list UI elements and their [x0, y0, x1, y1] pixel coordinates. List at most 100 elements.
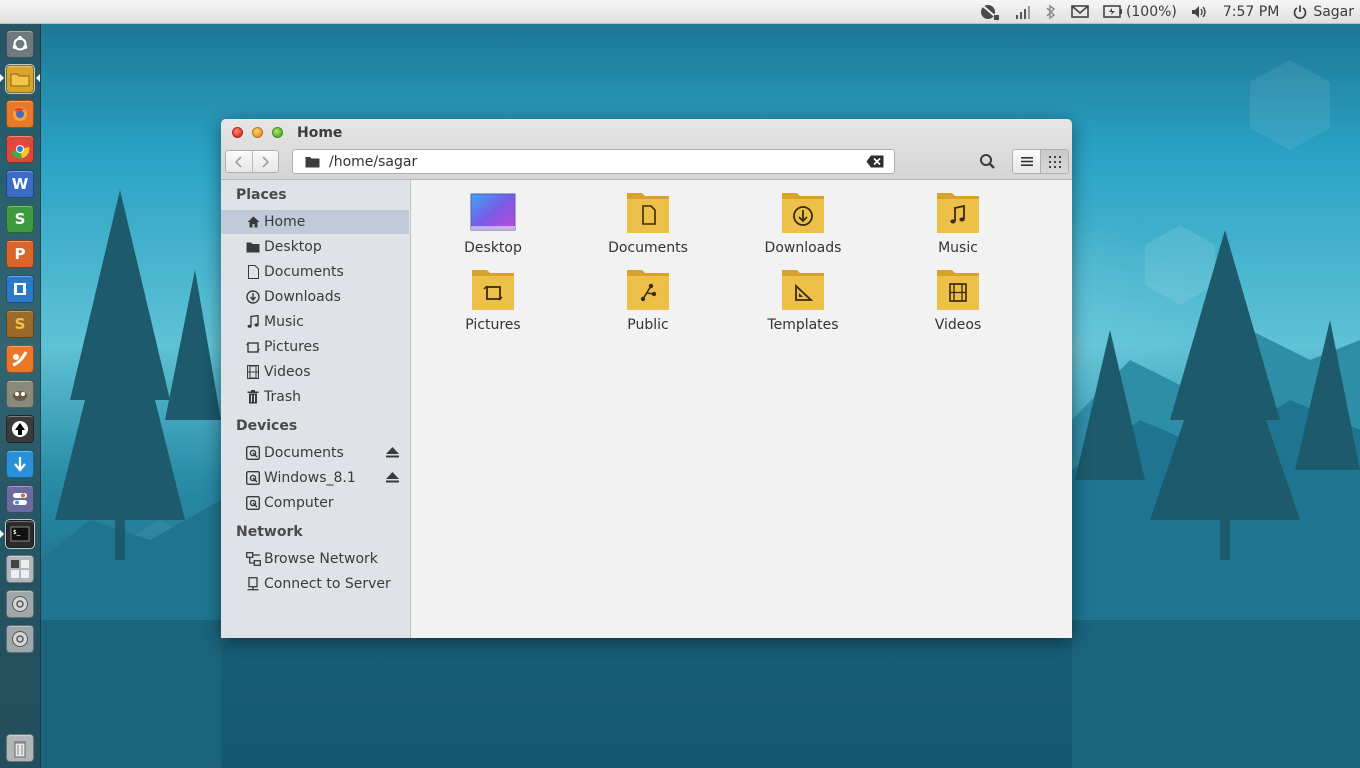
file-item-templates[interactable]: Templates [738, 268, 868, 333]
workspaces-icon [11, 560, 29, 578]
clock[interactable]: 7:57 PM [1223, 0, 1279, 24]
places-heading: Places [236, 187, 287, 203]
file-item-videos[interactable]: Videos [893, 268, 1023, 333]
file-item-public[interactable]: Public [583, 268, 713, 333]
music-icon [245, 315, 261, 329]
drive-icon [245, 496, 261, 510]
sidebar-item-documents[interactable]: Documents [221, 260, 409, 284]
launcher-settings[interactable] [6, 485, 34, 513]
launcher-terminal[interactable]: $_ [5, 519, 35, 549]
window-titlebar[interactable]: Home /home/sagar [221, 119, 1072, 180]
sidebar-item-videos[interactable]: Videos [221, 360, 409, 384]
volume-indicator[interactable] [1191, 0, 1209, 24]
file-item-pictures[interactable]: Pictures [428, 268, 558, 333]
launcher: W S P S $_ [0, 24, 41, 768]
launcher-teamviewer[interactable] [6, 275, 34, 303]
impress-icon: P [14, 245, 26, 263]
eject-button[interactable] [386, 447, 399, 458]
file-item-documents[interactable]: Documents [583, 191, 713, 256]
session-menu[interactable]: Sagar [1293, 0, 1354, 24]
file-item-music[interactable]: Music [893, 191, 1023, 256]
clock-time: 7:57 PM [1222, 3, 1280, 20]
sidebar-item-device-documents[interactable]: Documents [221, 441, 409, 465]
signal-icon [1015, 5, 1030, 19]
file-view[interactable]: Desktop Documents Downloads Music Pictur… [411, 180, 1072, 638]
eject-icon [386, 447, 399, 458]
swirl-icon [12, 351, 28, 367]
sidebar-item-pictures[interactable]: Pictures [221, 335, 409, 359]
back-button[interactable] [226, 151, 252, 172]
launcher-libreoffice-impress[interactable]: P [6, 240, 34, 268]
network-heading: Network [236, 524, 303, 540]
file-item-label: Videos [934, 317, 982, 333]
download-icon [245, 290, 261, 304]
pictures-folder-icon [470, 268, 516, 312]
launcher-workspace-switcher[interactable] [6, 555, 34, 583]
eject-button[interactable] [386, 472, 399, 483]
eject-icon [386, 472, 399, 483]
maximize-window-button[interactable] [272, 127, 283, 138]
window-icon [14, 283, 26, 295]
bluetooth-indicator[interactable] [1045, 0, 1057, 24]
file-item-downloads[interactable]: Downloads [738, 191, 868, 256]
signal-indicator[interactable] [1015, 0, 1031, 24]
mail-indicator[interactable] [1071, 0, 1089, 24]
drive-icon [245, 471, 261, 485]
document-icon [245, 265, 261, 279]
close-window-button[interactable] [232, 127, 243, 138]
sidebar-item-desktop[interactable]: Desktop [221, 235, 409, 259]
folder-icon [305, 156, 320, 168]
templates-folder-icon [780, 268, 826, 312]
sidebar-item-home[interactable]: Home [221, 210, 409, 234]
sidebar-item-label: Trash [264, 389, 301, 405]
file-item-desktop[interactable]: Desktop [428, 191, 558, 256]
launcher-dash-home[interactable] [6, 30, 34, 58]
sidebar-item-downloads[interactable]: Downloads [221, 285, 409, 309]
launcher-chrome[interactable] [6, 135, 34, 163]
battery-percent: (100%) [1125, 3, 1177, 20]
server-icon [245, 577, 261, 591]
mail-icon [1071, 5, 1089, 18]
launcher-files[interactable] [5, 64, 35, 94]
location-entry[interactable]: /home/sagar [292, 149, 895, 174]
sidebar-item-trash[interactable]: Trash [221, 385, 409, 409]
search-button[interactable] [979, 153, 996, 174]
grid-view-button[interactable] [1040, 150, 1068, 173]
battery-indicator[interactable]: (100%) [1103, 0, 1177, 24]
launcher-downloader[interactable] [6, 450, 34, 478]
clear-location-button[interactable] [866, 155, 884, 168]
location-text: /home/sagar [329, 153, 418, 170]
launcher-firefox[interactable] [6, 100, 34, 128]
sidebar-item-music[interactable]: Music [221, 310, 409, 334]
launcher-gimp[interactable] [6, 380, 34, 408]
forward-button[interactable] [251, 151, 279, 172]
launcher-libreoffice-calc[interactable]: S [6, 205, 34, 233]
sidebar-item-device-windows[interactable]: Windows_8.1 [221, 466, 409, 490]
list-icon [1020, 157, 1033, 166]
launcher-libreoffice-writer[interactable]: W [6, 170, 34, 198]
sidebar-item-connect-to-server[interactable]: Connect to Server [221, 572, 409, 596]
launcher-sublime-text[interactable]: S [6, 310, 34, 338]
chevron-right-icon [262, 155, 270, 168]
chevron-left-icon [234, 155, 242, 168]
minimize-window-button[interactable] [252, 127, 263, 138]
trash-icon [245, 390, 261, 404]
network-manager-indicator[interactable] [979, 0, 1001, 24]
file-item-label: Documents [608, 240, 688, 256]
desktop-folder-icon [470, 191, 516, 235]
music-folder-icon [935, 191, 981, 235]
ubuntu-logo-icon [12, 36, 28, 51]
file-item-label: Public [627, 317, 669, 333]
file-item-label: Templates [767, 317, 839, 333]
launcher-ubuntu-one[interactable] [6, 345, 34, 373]
file-item-label: Downloads [764, 240, 842, 256]
sidebar-item-browse-network[interactable]: Browse Network [221, 547, 409, 571]
folder-icon [245, 242, 261, 253]
launcher-disk-1[interactable] [6, 590, 34, 618]
launcher-trash[interactable] [6, 734, 34, 762]
sidebar-item-computer[interactable]: Computer [221, 491, 409, 515]
network-manager-icon [980, 4, 999, 20]
launcher-inkscape[interactable] [6, 415, 34, 443]
launcher-disk-2[interactable] [6, 625, 34, 653]
list-view-button[interactable] [1013, 150, 1040, 173]
